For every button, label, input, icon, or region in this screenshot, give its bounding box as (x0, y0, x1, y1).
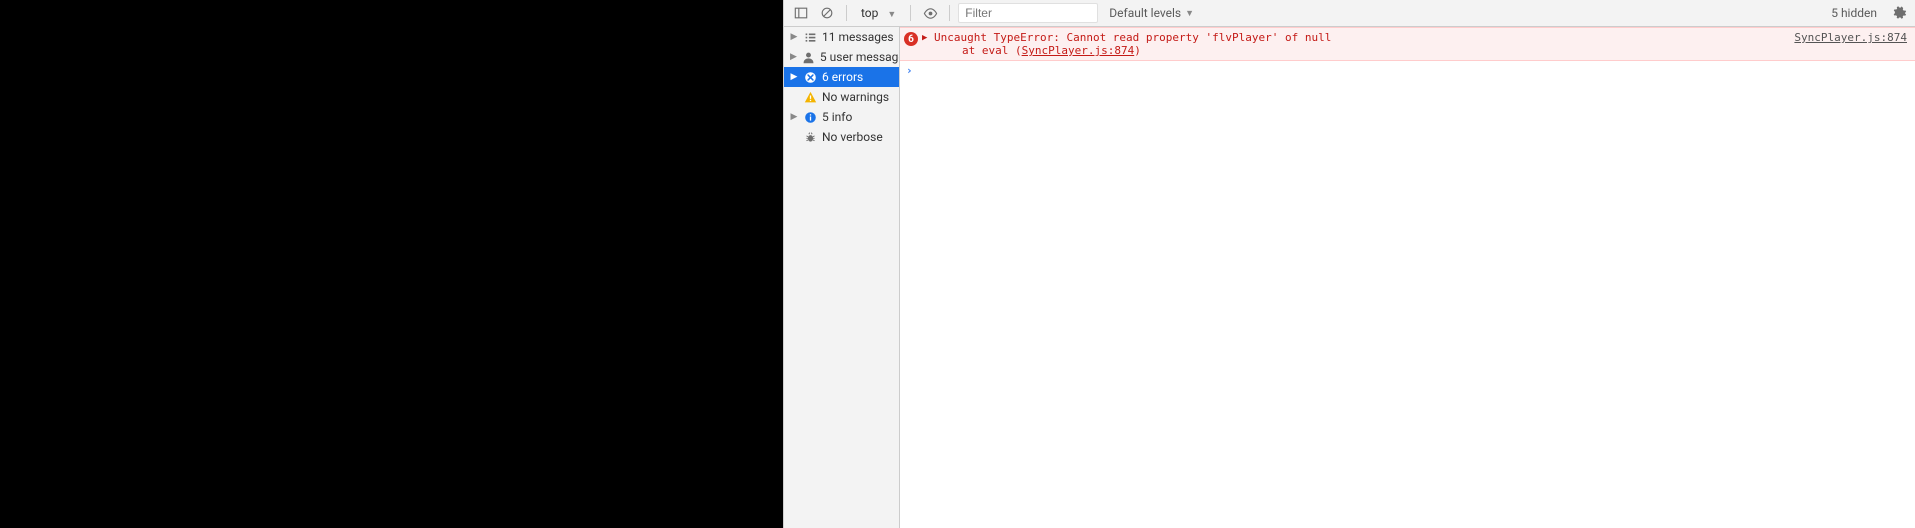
filter-input[interactable] (958, 3, 1098, 23)
error-source-link[interactable]: SyncPlayer.js:874 (1794, 31, 1907, 44)
sidebar-item-warnings[interactable]: ▶ No warnings (784, 87, 899, 107)
sidebar-item-info[interactable]: ▶ 5 info (784, 107, 899, 127)
console-sidebar: ▶ 11 messages ▶ 5 user messages ▶ 6 erro… (784, 27, 900, 528)
list-icon (803, 30, 817, 44)
sidebar-item-label: 5 user messages (820, 50, 900, 64)
console-prompt[interactable]: › (900, 61, 1915, 80)
user-icon (802, 50, 815, 64)
execution-context-selector[interactable]: top ▼ (855, 4, 902, 22)
expand-arrow-icon[interactable]: ▶ (922, 33, 930, 43)
console-error-message[interactable]: 6 ▶ Uncaught TypeError: Cannot read prop… (900, 27, 1915, 61)
log-levels-selector[interactable]: Default levels ▼ (1102, 3, 1201, 23)
console-input[interactable] (917, 64, 1909, 77)
toolbar-separator (910, 5, 911, 21)
sidebar-item-label: No warnings (822, 90, 889, 104)
expand-arrow-icon: ▶ (790, 52, 797, 62)
execution-context-label: top (861, 6, 878, 20)
log-levels-label: Default levels (1109, 6, 1181, 20)
clear-console-button[interactable] (816, 2, 838, 24)
devtools-panel: top ▼ Default levels ▼ 5 hidden ▶ 11 mes… (783, 0, 1915, 528)
console-settings-button[interactable] (1889, 3, 1909, 23)
sidebar-item-label: 11 messages (822, 30, 894, 44)
expand-arrow-icon: ▶ (790, 32, 798, 42)
sidebar-item-label: 5 info (822, 110, 852, 124)
error-count-badge: 6 (904, 32, 918, 46)
error-text-line1: Uncaught TypeError: Cannot read property… (934, 31, 1331, 44)
sidebar-item-user-messages[interactable]: ▶ 5 user messages (784, 47, 899, 67)
expand-arrow-icon: ▶ (790, 112, 798, 122)
bug-icon (803, 130, 817, 144)
devtools-body: ▶ 11 messages ▶ 5 user messages ▶ 6 erro… (784, 27, 1915, 528)
error-stack-suffix: ) (1134, 44, 1141, 57)
expand-arrow-icon: ▶ (790, 72, 798, 82)
error-icon (803, 70, 817, 84)
live-expression-button[interactable] (919, 2, 941, 24)
sidebar-item-messages[interactable]: ▶ 11 messages (784, 27, 899, 47)
chevron-down-icon: ▼ (1185, 8, 1194, 19)
sidebar-item-errors[interactable]: ▶ 6 errors (784, 67, 899, 87)
sidebar-item-label: 6 errors (822, 70, 863, 84)
info-icon (803, 110, 817, 124)
page-left-pane (0, 0, 783, 528)
console-messages-area: 6 ▶ Uncaught TypeError: Cannot read prop… (900, 27, 1915, 528)
console-toolbar: top ▼ Default levels ▼ 5 hidden (784, 0, 1915, 27)
error-stack-link[interactable]: SyncPlayer.js:874 (1022, 44, 1135, 57)
sidebar-item-label: No verbose (822, 130, 883, 144)
chevron-down-icon: ▼ (887, 10, 896, 20)
warning-icon (803, 90, 817, 104)
prompt-caret-icon: › (906, 64, 913, 77)
toolbar-separator (949, 5, 950, 21)
toolbar-separator (846, 5, 847, 21)
error-stack-prefix: at eval ( (962, 44, 1022, 57)
video-player-region[interactable] (0, 0, 783, 528)
toggle-sidebar-button[interactable] (790, 2, 812, 24)
sidebar-item-verbose[interactable]: ▶ No verbose (784, 127, 899, 147)
hidden-messages-count[interactable]: 5 hidden (1823, 6, 1885, 20)
error-message-text: Uncaught TypeError: Cannot read property… (934, 31, 1790, 57)
